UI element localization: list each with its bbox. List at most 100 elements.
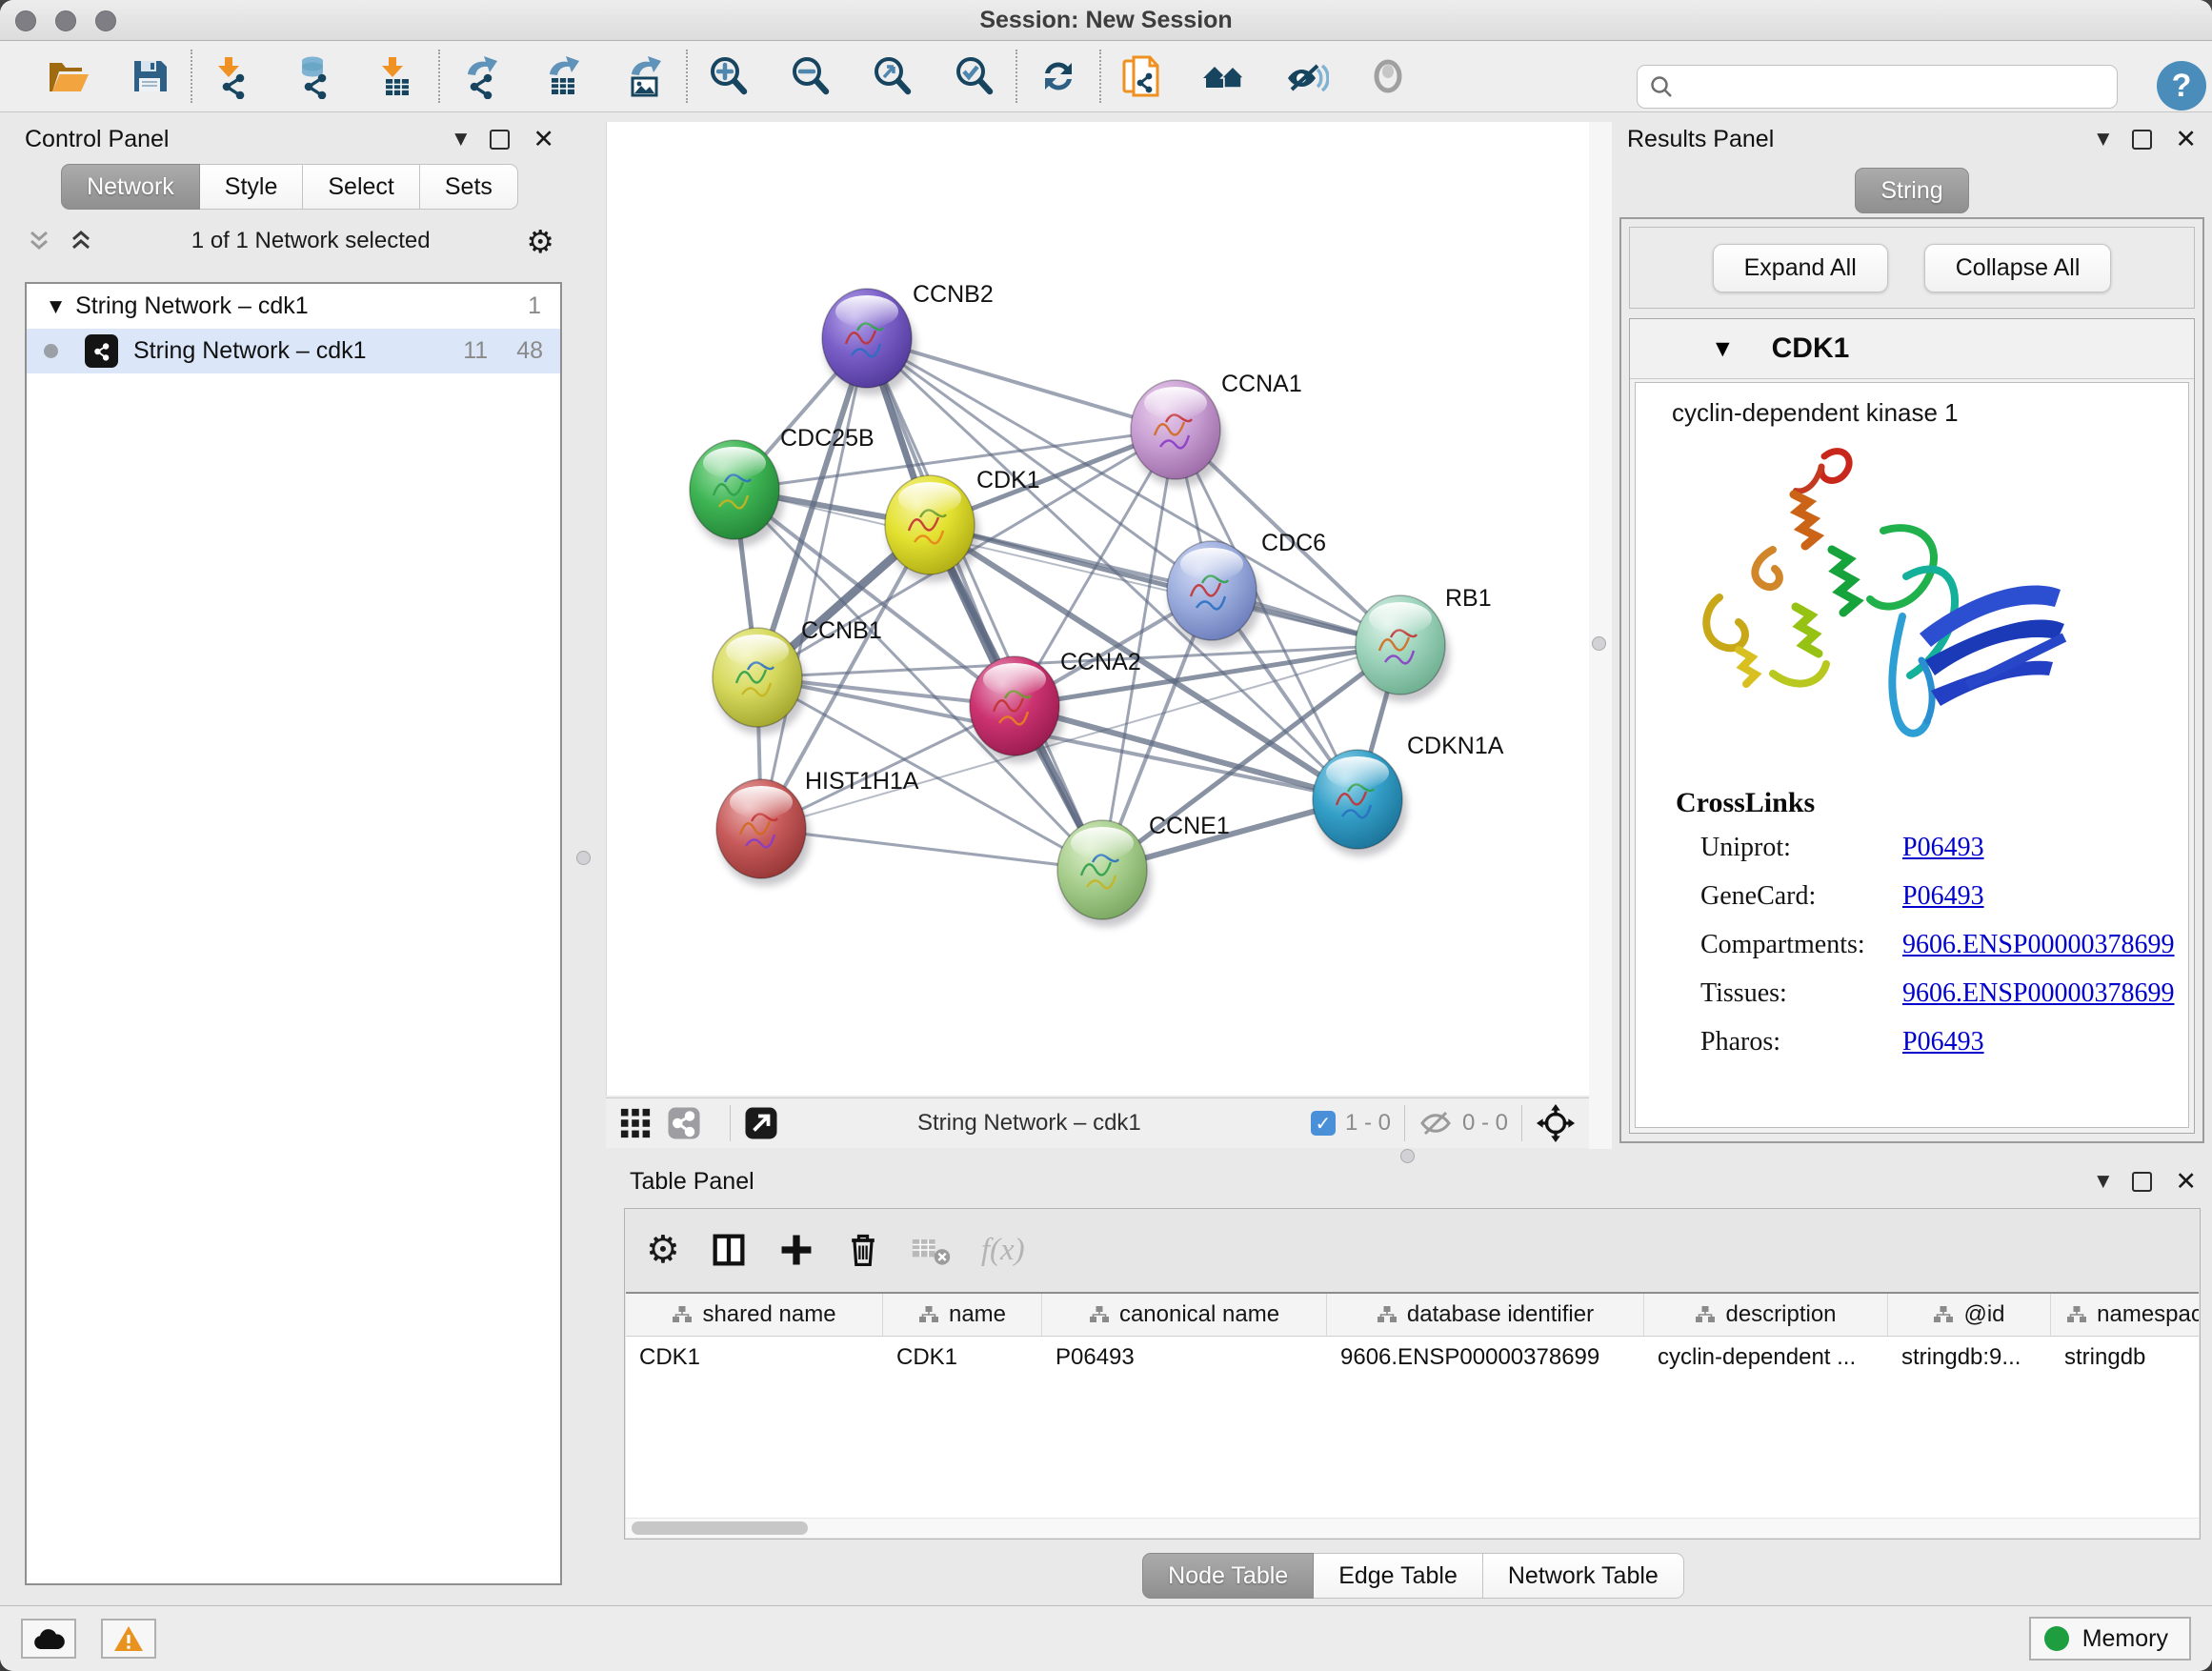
warnings-button[interactable] (101, 1619, 156, 1659)
new-network-from-selection-icon[interactable] (1101, 46, 1183, 107)
results-panel-close-icon[interactable]: ✕ (2175, 127, 2197, 152)
table-horizontal-scrollbar[interactable] (626, 1519, 2199, 1538)
table-panel-float-icon[interactable] (2132, 1172, 2152, 1192)
show-hidden-items-icon[interactable] (1347, 46, 1429, 107)
crosslink-link[interactable]: P06493 (1902, 833, 1984, 863)
add-column-icon[interactable] (777, 1231, 815, 1269)
right-splitter-handle[interactable] (1592, 636, 1606, 651)
table-row[interactable]: CDK1CDK1P064939606.ENSP00000378699cyclin… (626, 1337, 2199, 1379)
table-panel-close-icon[interactable]: ✕ (2175, 1169, 2197, 1195)
crosslink-link[interactable]: 9606.ENSP00000378699 (1902, 978, 2174, 1009)
crosslink-link[interactable]: P06493 (1902, 1027, 1984, 1057)
panel-splitter-strip[interactable] (1589, 122, 1612, 1149)
network-collection-row[interactable]: ▼ String Network – cdk1 1 (27, 284, 560, 329)
network-node-CCNB2[interactable] (822, 289, 916, 395)
open-session-icon[interactable] (27, 46, 109, 107)
center-view-crosshair-icon[interactable] (1536, 1103, 1576, 1143)
network-node-CCNA1[interactable] (1131, 380, 1225, 487)
import-network-database-icon[interactable] (274, 46, 356, 107)
delete-column-icon[interactable] (844, 1231, 882, 1269)
control-panel-float-icon[interactable] (490, 130, 510, 150)
network-node-HIST1H1A[interactable] (716, 779, 811, 886)
help-button[interactable]: ? (2157, 61, 2206, 111)
home-view-icon[interactable] (1183, 46, 1265, 107)
zoom-selected-icon[interactable] (934, 46, 1016, 107)
crosslink-link[interactable]: P06493 (1902, 881, 1984, 912)
export-table-icon[interactable] (522, 46, 604, 107)
crosslink-label: Uniprot: (1676, 833, 1902, 863)
show-columns-icon[interactable] (709, 1230, 749, 1270)
network-canvas[interactable]: CCNB2CCNA1CDC25BCDK1CDC6RB1CCNB1CCNA2CDK… (606, 122, 1589, 1096)
birds-eye-grid-icon[interactable] (619, 1107, 652, 1139)
network-options-gear-icon[interactable]: ⚙ (526, 226, 554, 257)
protein-card-header[interactable]: ▼ CDK1 (1630, 319, 2194, 379)
network-node-CDC25B[interactable] (690, 440, 784, 547)
titlebar[interactable]: Session: New Session (0, 0, 2212, 41)
expand-all-icon[interactable] (67, 227, 95, 255)
table-panel-menu-icon[interactable]: ▼ (2097, 1172, 2109, 1191)
memory-button[interactable]: Memory (2029, 1617, 2191, 1661)
tab-network-table[interactable]: Network Table (1483, 1553, 1684, 1599)
refresh-network-icon[interactable] (1017, 46, 1099, 107)
collapse-all-icon[interactable] (25, 227, 53, 255)
tab-sets[interactable]: Sets (420, 164, 518, 210)
collection-disclosure-icon[interactable]: ▼ (50, 297, 62, 316)
zoom-out-icon[interactable] (770, 46, 852, 107)
tab-string[interactable]: String (1855, 168, 1968, 213)
control-panel-menu-icon[interactable]: ▼ (454, 130, 467, 149)
network-row-selected[interactable]: String Network – cdk1 11 48 (27, 329, 560, 373)
column-header-description[interactable]: description (1644, 1294, 1888, 1336)
search-input[interactable] (1683, 72, 2105, 101)
crosslink-label: Compartments: (1676, 930, 1902, 960)
crosslink-link[interactable]: 9606.ENSP00000378699 (1902, 930, 2174, 960)
control-panel-title: Control Panel (25, 126, 169, 153)
cloud-status-button[interactable] (21, 1619, 76, 1659)
column-header-namespac[interactable]: namespac (2051, 1294, 2199, 1336)
tab-edge-table[interactable]: Edge Table (1314, 1553, 1483, 1599)
svg-text:HIST1H1A: HIST1H1A (805, 768, 919, 795)
left-splitter-handle[interactable] (576, 851, 591, 865)
search-box[interactable] (1637, 65, 2118, 109)
network-share-icon[interactable] (667, 1106, 701, 1140)
network-status-bullet (44, 344, 58, 358)
tab-node-table[interactable]: Node Table (1142, 1553, 1314, 1599)
column-header-canonical-name[interactable]: canonical name (1042, 1294, 1327, 1336)
control-panel-close-icon[interactable]: ✕ (533, 127, 554, 152)
hidden-items-eye-icon (1418, 1109, 1453, 1137)
table-options-gear-icon[interactable]: ⚙ (646, 1231, 680, 1269)
network-node-CDK1[interactable] (885, 475, 979, 582)
control-panel: Control Panel ▼ ✕ NetworkStyleSelectSets… (10, 118, 570, 1593)
expand-all-button[interactable]: Expand All (1713, 244, 1888, 292)
results-panel-float-icon[interactable] (2132, 130, 2152, 150)
results-panel-menu-icon[interactable]: ▼ (2097, 130, 2109, 149)
scrollbar-thumb[interactable] (632, 1521, 808, 1535)
export-network-icon[interactable] (440, 46, 522, 107)
column-header-shared-name[interactable]: shared name (626, 1294, 883, 1336)
import-network-file-icon[interactable] (192, 46, 274, 107)
selected-nodes-checkbox[interactable]: ✓ (1311, 1111, 1336, 1136)
collapse-all-button[interactable]: Collapse All (1924, 244, 2112, 292)
main-toolbar: ? (0, 41, 2212, 112)
column-header--id[interactable]: @id (1888, 1294, 2051, 1336)
bottom-splitter-handle[interactable] (1400, 1149, 1415, 1163)
zoom-fit-icon[interactable] (852, 46, 934, 107)
zoom-in-icon[interactable] (688, 46, 770, 107)
column-header-name[interactable]: name (883, 1294, 1042, 1336)
open-in-new-window-icon[interactable] (744, 1106, 778, 1140)
save-session-icon[interactable] (109, 46, 191, 107)
crosslink-label: GeneCard: (1676, 881, 1902, 912)
tab-style[interactable]: Style (200, 164, 304, 210)
results-panel: Results Panel ▼ ✕ String Expand All Coll… (1612, 118, 2212, 1149)
hide-graphics-details-icon[interactable] (1265, 46, 1347, 107)
network-node-CCNE1[interactable] (1057, 820, 1152, 927)
import-table-file-icon[interactable] (356, 46, 438, 107)
network-view-title: String Network – cdk1 (917, 1110, 1141, 1137)
network-node-CDKN1A[interactable] (1313, 750, 1407, 856)
protein-disclosure-icon[interactable]: ▼ (1716, 338, 1730, 359)
export-image-icon[interactable] (604, 46, 686, 107)
node-table[interactable]: shared namenamecanonical namedatabase id… (626, 1292, 2199, 1518)
column-header-database-identifier[interactable]: database identifier (1327, 1294, 1644, 1336)
tab-network[interactable]: Network (61, 164, 200, 210)
tab-select[interactable]: Select (303, 164, 419, 210)
network-node-RB1[interactable] (1356, 595, 1450, 702)
